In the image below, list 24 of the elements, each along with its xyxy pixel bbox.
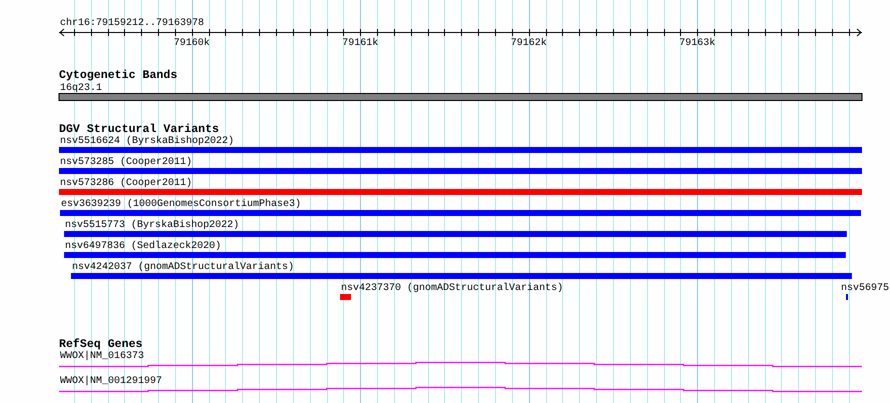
variant-label: nsv4237370 (gnomADStructuralVariants) [341, 283, 564, 294]
variant-label: nsv4242037 (gnomADStructuralVariants) [72, 262, 294, 273]
track-title: DGV Structural Variants [59, 123, 220, 136]
tick-label: 79161k [342, 38, 378, 49]
gene-label: WWOX|NM_001291997 [60, 376, 162, 387]
tick-label: 79162k [510, 38, 547, 49]
gene-line[interactable] [59, 362, 862, 368]
cytoband-bar[interactable] [58, 93, 862, 101]
track-title: RefSeq Genes [59, 338, 142, 351]
tick-label: 79160k [174, 38, 210, 49]
gene-label: WWOX|NM_016373 [60, 351, 144, 362]
gene-line[interactable] [59, 386, 862, 392]
variant-label: esv3639239 (1000GenomesConsortiumPhase3) [61, 199, 302, 210]
band-label: 16q23.1 [60, 83, 102, 94]
variant-label: nsv5515773 (ByrskaBishop2022) [65, 220, 240, 231]
variant-label: nsv56975 [841, 283, 890, 294]
variant-label: nsv5516624 (ByrskaBishop2022) [60, 136, 234, 147]
variant-label: nsv573286 (Cooper2011) [60, 178, 192, 189]
variant-label: nsv6497836 (Sedlazeck2020) [65, 241, 222, 252]
track-title: Cytogenetic Bands [59, 69, 178, 82]
tick-label: 79163k [679, 38, 716, 49]
variant-label: nsv573285 (Cooper2011) [60, 157, 192, 168]
variant-bar[interactable] [846, 294, 848, 300]
region-label: chr16:79159212..79163978 [60, 18, 204, 29]
